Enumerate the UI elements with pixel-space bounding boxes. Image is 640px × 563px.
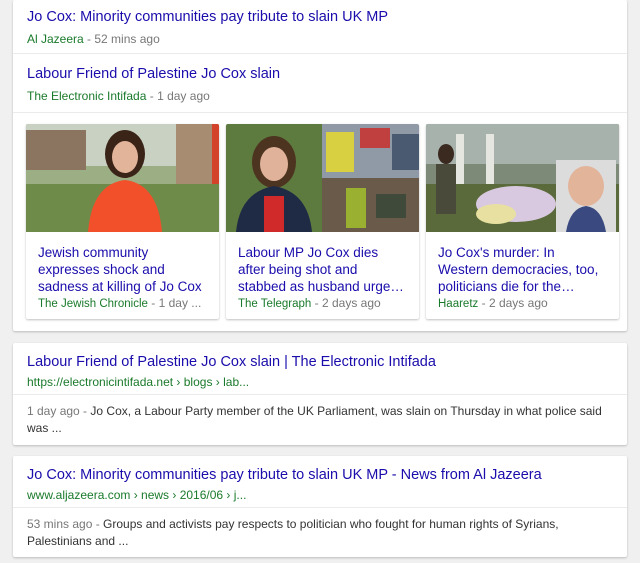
- news-photo: [426, 124, 619, 232]
- news-thumbnail-carousel: Jewish community expresses shock and sad…: [26, 124, 619, 319]
- search-result-card: Labour Friend of Palestine Jo Cox slain …: [13, 343, 627, 445]
- news-age: 1 day ago: [157, 89, 210, 103]
- result-date: 53 mins ago: [27, 517, 93, 531]
- result-date: 1 day ago: [27, 404, 80, 418]
- news-photo: [26, 124, 219, 232]
- result-snippet: 1 day ago - Jo Cox, a Labour Party membe…: [27, 404, 602, 435]
- result-title-link[interactable]: Jo Cox: Minority communities pay tribute…: [27, 466, 613, 484]
- news-age: 52 mins ago: [94, 32, 160, 46]
- news-title-link[interactable]: Jo Cox: Minority communities pay tribute…: [27, 8, 613, 26]
- result-header: Jo Cox: Minority communities pay tribute…: [27, 466, 613, 503]
- news-meta: Al Jazeera - 52 mins ago: [27, 32, 160, 46]
- news-thumbnail-card[interactable]: Labour MP Jo Cox dies after being shot a…: [226, 124, 419, 319]
- news-title-link[interactable]: Labour Friend of Palestine Jo Cox slain: [27, 65, 613, 83]
- news-thumbnail-card[interactable]: Jo Cox's murder: In Western democracies,…: [426, 124, 619, 319]
- thumbnail-meta: Haaretz - 2 days ago: [438, 296, 548, 310]
- thumbnail-title[interactable]: Labour MP Jo Cox dies after being shot a…: [238, 244, 407, 295]
- news-photo: [226, 124, 419, 232]
- result-title-link[interactable]: Labour Friend of Palestine Jo Cox slain …: [27, 353, 613, 371]
- thumbnail-meta: The Telegraph - 2 days ago: [238, 296, 381, 310]
- result-snippet: 53 mins ago - Groups and activists pay r…: [27, 517, 559, 548]
- result-url[interactable]: https://electronicintifada.net › blogs ›…: [27, 374, 613, 390]
- divider: [13, 394, 627, 395]
- news-item: Labour Friend of Palestine Jo Cox slain …: [13, 65, 627, 104]
- divider: [13, 53, 627, 54]
- thumbnail-title[interactable]: Jewish community expresses shock and sad…: [38, 244, 207, 295]
- news-source: Al Jazeera: [27, 32, 84, 46]
- search-result-card: Jo Cox: Minority communities pay tribute…: [13, 456, 627, 557]
- news-thumbnail-card[interactable]: Jewish community expresses shock and sad…: [26, 124, 219, 319]
- news-item: Jo Cox: Minority communities pay tribute…: [13, 8, 627, 47]
- top-stories-card: Jo Cox: Minority communities pay tribute…: [13, 0, 627, 331]
- news-meta: The Electronic Intifada - 1 day ago: [27, 89, 210, 103]
- divider: [13, 112, 627, 113]
- result-url[interactable]: www.aljazeera.com › news › 2016/06 › j..…: [27, 487, 613, 503]
- result-header: Labour Friend of Palestine Jo Cox slain …: [27, 353, 613, 390]
- thumbnail-title[interactable]: Jo Cox's murder: In Western democracies,…: [438, 244, 607, 295]
- divider: [13, 507, 627, 508]
- news-source: The Electronic Intifada: [27, 89, 147, 103]
- thumbnail-meta: The Jewish Chronicle - 1 day ...: [38, 296, 202, 310]
